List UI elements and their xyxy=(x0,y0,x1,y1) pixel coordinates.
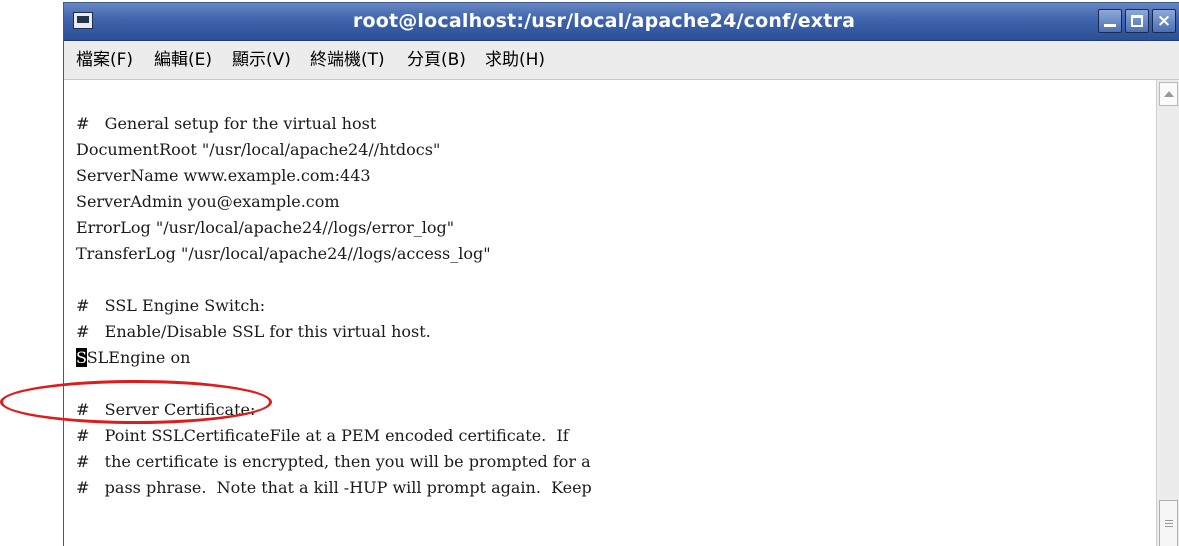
cursor-line-text: SLEngine on xyxy=(86,348,191,367)
grip-line xyxy=(1165,523,1173,524)
terminal-line-cursor: SSLEngine on xyxy=(76,345,190,371)
close-button[interactable]: × xyxy=(1152,9,1176,33)
menu-view[interactable]: 顯示(V) xyxy=(232,41,291,79)
minimize-button[interactable] xyxy=(1098,9,1122,33)
terminal-line: # Enable/Disable SSL for this virtual ho… xyxy=(76,322,431,341)
red-highlight-circle xyxy=(0,380,272,424)
terminal-line: # SSL Engine Switch: xyxy=(76,296,266,315)
minimize-icon xyxy=(1104,24,1116,27)
menu-terminal[interactable]: 終端機(T) xyxy=(310,41,385,79)
grip-line xyxy=(1165,520,1173,521)
chevron-up-icon xyxy=(1164,91,1174,97)
window-title: root@localhost:/usr/local/apache24/conf/… xyxy=(352,10,856,32)
grip-line xyxy=(1165,526,1173,527)
screenshot-page: root@localhost:/usr/local/apache24/conf/… xyxy=(0,0,1179,546)
menu-edit[interactable]: 編輯(E) xyxy=(154,41,212,79)
close-icon: × xyxy=(1156,11,1172,31)
terminal-window: root@localhost:/usr/local/apache24/conf/… xyxy=(63,2,1179,546)
terminal-line: # the certificate is encrypted, then you… xyxy=(76,452,591,471)
terminal-line: DocumentRoot "/usr/local/apache24//htdoc… xyxy=(76,140,441,159)
terminal-line: # Point SSLCertificateFile at a PEM enco… xyxy=(76,426,569,445)
menu-tabs[interactable]: 分頁(B) xyxy=(407,41,466,79)
menu-bar: 檔案(F) 編輯(E) 顯示(V) 終端機(T) 分頁(B) 求助(H) xyxy=(64,41,1179,80)
scroll-thumb[interactable] xyxy=(1159,500,1178,546)
terminal-line: ServerAdmin you@example.com xyxy=(76,192,340,211)
terminal-app-icon[interactable] xyxy=(73,12,93,29)
terminal-line: TransferLog "/usr/local/apache24//logs/a… xyxy=(76,244,491,263)
maximize-icon xyxy=(1131,15,1143,27)
menu-help[interactable]: 求助(H) xyxy=(485,41,545,79)
menu-file[interactable]: 檔案(F) xyxy=(76,41,133,79)
maximize-button[interactable] xyxy=(1125,9,1149,33)
terminal-line: # pass phrase. Note that a kill -HUP wil… xyxy=(76,478,592,497)
terminal-screen-icon xyxy=(77,16,89,23)
vertical-scrollbar[interactable] xyxy=(1156,80,1179,546)
scroll-up-button[interactable] xyxy=(1159,82,1178,106)
terminal-text-area[interactable]: # General setup for the virtual host Doc… xyxy=(64,80,1156,546)
terminal-line: # General setup for the virtual host xyxy=(76,114,377,133)
text-cursor: S xyxy=(76,348,87,367)
title-bar[interactable]: root@localhost:/usr/local/apache24/conf/… xyxy=(64,3,1179,41)
terminal-line: ServerName www.example.com:443 xyxy=(76,166,371,185)
terminal-line: ErrorLog "/usr/local/apache24//logs/erro… xyxy=(76,218,455,237)
